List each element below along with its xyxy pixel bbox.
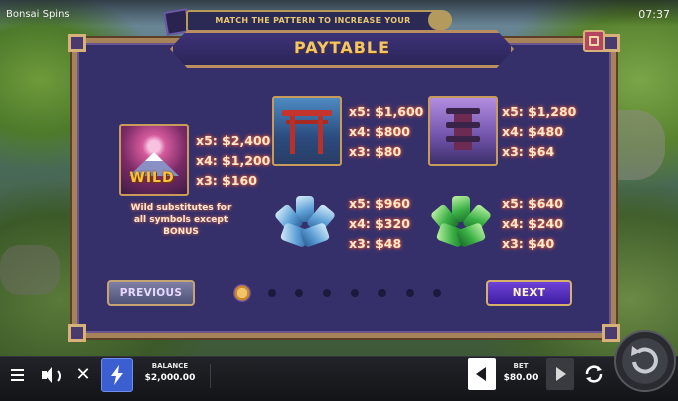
spin-button[interactable] — [614, 330, 676, 392]
previous-button[interactable]: PREVIOUS — [107, 280, 195, 306]
clock: 07:37 — [638, 8, 670, 21]
pay-line: x3: $48 — [349, 236, 402, 251]
app-title: Bonsai Spins — [6, 9, 70, 20]
bet-value: $80.00 — [503, 373, 539, 383]
paytable-title: PAYTABLE — [293, 38, 391, 57]
balance-value: $2,000.00 — [144, 373, 196, 383]
pay-line: x5: $1,280 — [502, 104, 577, 119]
pay-line: x4: $1,200 — [196, 153, 271, 168]
pagoda-floor — [454, 114, 472, 122]
autoplay-icon[interactable] — [579, 358, 609, 390]
close-icon[interactable]: ✕ — [68, 360, 98, 390]
torii-gate-symbol-icon — [272, 96, 342, 166]
close-paytable-button[interactable] — [583, 30, 605, 52]
pay-line: x4: $320 — [349, 216, 410, 231]
pay-line: x5: $1,600 — [349, 104, 424, 119]
next-button[interactable]: NEXT — [486, 280, 572, 306]
pagoda-floor — [454, 128, 472, 136]
balance-label: BALANCE — [151, 362, 189, 370]
background-rock — [0, 245, 60, 295]
pagoda-pays: x5: $1,280 x4: $480 x3: $64 — [502, 102, 576, 162]
torii-post — [318, 116, 323, 154]
banner-knot-icon — [428, 10, 452, 30]
wild-symbol-icon: WILD — [119, 124, 189, 196]
green-crystal-pays: x5: $640 x4: $240 x3: $40 — [502, 194, 563, 254]
frame-corner — [68, 324, 86, 342]
page-dot[interactable] — [268, 289, 276, 297]
page-dot[interactable] — [323, 289, 331, 297]
torii-post — [290, 116, 295, 154]
pagoda-floor — [454, 142, 472, 150]
spin-icon — [631, 346, 658, 374]
divider — [210, 364, 211, 388]
torii-pays: x5: $1,600 x4: $800 x3: $80 — [349, 102, 423, 162]
wild-label: WILD — [129, 170, 175, 186]
pay-line: x4: $480 — [502, 124, 563, 139]
blue-crystal-pays: x5: $960 x4: $320 x3: $48 — [349, 194, 410, 254]
mountain-snow — [145, 152, 163, 161]
green-crystal-symbol-icon — [428, 192, 494, 252]
page-dot[interactable] — [433, 289, 441, 297]
pay-line: x4: $240 — [502, 216, 563, 231]
pay-line: x3: $64 — [502, 144, 555, 159]
pay-line: x5: $2,400 — [196, 133, 271, 148]
wild-note: Wild substitutes for all symbols except … — [130, 203, 232, 237]
bet-increase-icon[interactable] — [546, 358, 574, 390]
page-dot[interactable] — [351, 289, 359, 297]
pay-line: x3: $160 — [196, 173, 257, 188]
turbo-icon[interactable] — [101, 358, 133, 392]
blue-crystal-symbol-icon — [272, 192, 338, 252]
pay-line: x3: $80 — [349, 144, 402, 159]
pay-line: x5: $640 — [502, 196, 563, 211]
pay-line: x5: $960 — [349, 196, 410, 211]
crystal-shard — [299, 222, 331, 248]
bet-decrease-icon[interactable] — [468, 358, 496, 390]
page-dot[interactable] — [406, 289, 414, 297]
page-dot[interactable] — [295, 289, 303, 297]
pay-line: x3: $40 — [502, 236, 555, 251]
bet-label: BET — [513, 362, 529, 370]
wild-pays: x5: $2,400 x4: $1,200 x3: $160 — [196, 131, 270, 191]
page-dot[interactable] — [378, 289, 386, 297]
pay-line: x4: $800 — [349, 124, 410, 139]
sound-icon[interactable] — [35, 360, 65, 390]
menu-icon[interactable] — [3, 360, 33, 390]
frame-corner — [68, 34, 86, 52]
crystal-shard — [455, 222, 487, 248]
pattern-banner: MATCH THE PATTERN TO INCREASE YOUR — [186, 10, 440, 32]
pagoda-symbol-icon — [428, 96, 498, 166]
page-dot-active[interactable] — [233, 284, 251, 302]
